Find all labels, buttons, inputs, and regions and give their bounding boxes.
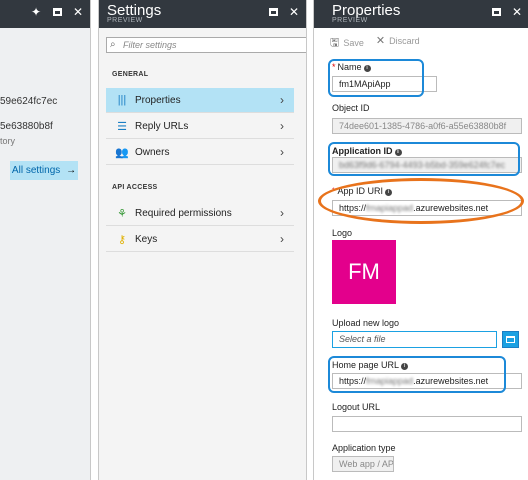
maximize-icon[interactable]	[51, 5, 63, 19]
logout-url-field[interactable]	[332, 416, 522, 432]
properties-header: Properties PREVIEW ✕	[314, 0, 528, 28]
home-page-url-label: Home page URL i	[332, 360, 409, 370]
upload-logo-label: Upload new logo	[332, 318, 400, 328]
app-blade-header: ✦ ✕	[0, 0, 90, 28]
application-id-label-text: Application ID	[332, 146, 393, 156]
users-icon: 👥	[115, 146, 129, 159]
app-id-uri-field[interactable]: https://fmapiappad.azurewebsites.net	[332, 200, 522, 216]
url-redacted: fmapiappad	[366, 376, 414, 386]
pin-icon[interactable]: ✦	[30, 5, 42, 19]
uri-prefix: https://	[339, 203, 367, 213]
filter-settings-input[interactable]: ⌕ Filter settings	[106, 37, 306, 53]
application-type-label: Application type	[332, 443, 396, 453]
info-icon: i	[363, 65, 371, 72]
properties-icon: |||	[117, 94, 127, 106]
chevron-right-icon: ›	[280, 119, 284, 133]
save-button[interactable]: 🖫 Save	[330, 34, 364, 53]
uri-suffix: .azurewebsites.net	[413, 203, 489, 213]
name-label-text: Name	[337, 62, 362, 72]
save-label: Save	[343, 38, 364, 48]
name-label: * Name i	[332, 62, 371, 72]
nav-label: Owners	[135, 146, 170, 158]
required-marker: *	[332, 62, 336, 72]
home-page-label-text: Home page URL	[332, 360, 400, 370]
info-icon: i	[401, 363, 409, 370]
info-icon: i	[385, 189, 393, 196]
object-id-fragment: 5e63880b8f	[0, 121, 53, 132]
browse-folder-button[interactable]	[502, 331, 519, 348]
permissions-icon: ⚘	[117, 207, 127, 220]
application-id-field[interactable]: bd63f9d6-6794-4493-b5bd-359e624fc7ec	[332, 157, 522, 173]
uri-redacted: fmapiappad	[366, 203, 414, 213]
nav-label: Properties	[135, 94, 181, 106]
key-icon: ⚷	[117, 233, 127, 246]
discard-icon: ✕	[375, 35, 386, 47]
application-id-value: bd63f9d6-6794-4493-b5bd-359e624fc7ec	[339, 160, 506, 170]
chevron-right-icon: ›	[280, 232, 284, 246]
nav-item-properties[interactable]: ||| Properties ›	[106, 88, 294, 113]
object-id-field[interactable]: 74dee601-1385-4786-a0f6-a55e63880b8f	[332, 118, 522, 134]
nav-item-keys[interactable]: ⚷ Keys ›	[106, 227, 294, 252]
filter-placeholder: Filter settings	[123, 40, 177, 50]
nav-item-reply-urls[interactable]: ☰ Reply URLs ›	[106, 114, 294, 139]
application-id-label: Application ID i	[332, 146, 402, 156]
chevron-right-icon: ›	[280, 206, 284, 220]
properties-subtitle: PREVIEW	[332, 17, 368, 24]
discard-label: Discard	[389, 36, 420, 46]
settings-subtitle: PREVIEW	[107, 17, 143, 24]
section-general: GENERAL	[112, 71, 149, 78]
nav-label: Required permissions	[135, 207, 232, 219]
list-icon: ☰	[117, 120, 127, 133]
nav-label: Reply URLs	[135, 120, 189, 132]
section-api-access: API ACCESS	[112, 184, 158, 191]
arrow-right-icon: →	[66, 165, 77, 176]
close-icon[interactable]: ✕	[72, 5, 84, 19]
chevron-right-icon: ›	[280, 93, 284, 107]
app-logo: FM	[332, 240, 396, 304]
app-id-fragment: 59e624fc7ec	[0, 96, 58, 107]
maximize-icon[interactable]	[267, 5, 279, 19]
discard-button[interactable]: ✕ Discard	[376, 34, 420, 53]
name-field[interactable]: fm1MApiApp	[332, 76, 437, 92]
application-type-field: Web app / API	[332, 456, 394, 472]
home-page-url-field[interactable]: https://fmapiappad.azurewebsites.net	[332, 373, 522, 389]
required-marker: *	[332, 186, 336, 196]
select-file-input[interactable]: Select a file	[332, 331, 497, 348]
save-icon: 🖫	[330, 37, 340, 49]
search-icon: ⌕	[110, 39, 116, 50]
object-id-label: Object ID	[332, 103, 370, 113]
close-icon[interactable]: ✕	[511, 5, 523, 19]
properties-blade: Properties PREVIEW ✕ 🖫 Save ✕ Discard * Nam…	[313, 0, 528, 480]
nav-label: Keys	[135, 233, 158, 245]
directory-fragment: tory	[0, 136, 16, 146]
url-suffix: .azurewebsites.net	[413, 376, 489, 386]
maximize-icon[interactable]	[490, 5, 502, 19]
app-id-uri-label: * App ID URI i	[332, 186, 393, 196]
settings-header: Settings PREVIEW ✕	[99, 0, 306, 28]
logo-label: Logo	[332, 228, 353, 238]
properties-toolbar: 🖫 Save ✕ Discard	[330, 34, 420, 53]
all-settings-label: All settings	[11, 165, 61, 176]
settings-blade: Settings PREVIEW ✕ ⌕ Filter settings GEN…	[98, 0, 307, 480]
url-prefix: https://	[339, 376, 367, 386]
app-blade: ✦ ✕ 59e624fc7ec 5e63880b8f tory All sett…	[0, 0, 91, 480]
app-id-uri-label-text: App ID URI	[337, 186, 384, 196]
logout-url-label: Logout URL	[332, 402, 381, 412]
nav-item-owners[interactable]: 👥 Owners ›	[106, 140, 294, 165]
nav-item-required-permissions[interactable]: ⚘ Required permissions ›	[106, 201, 294, 226]
info-icon: i	[394, 149, 402, 156]
all-settings-button[interactable]: All settings →	[10, 161, 78, 180]
close-icon[interactable]: ✕	[288, 5, 300, 19]
chevron-right-icon: ›	[280, 145, 284, 159]
folder-icon	[506, 336, 515, 343]
